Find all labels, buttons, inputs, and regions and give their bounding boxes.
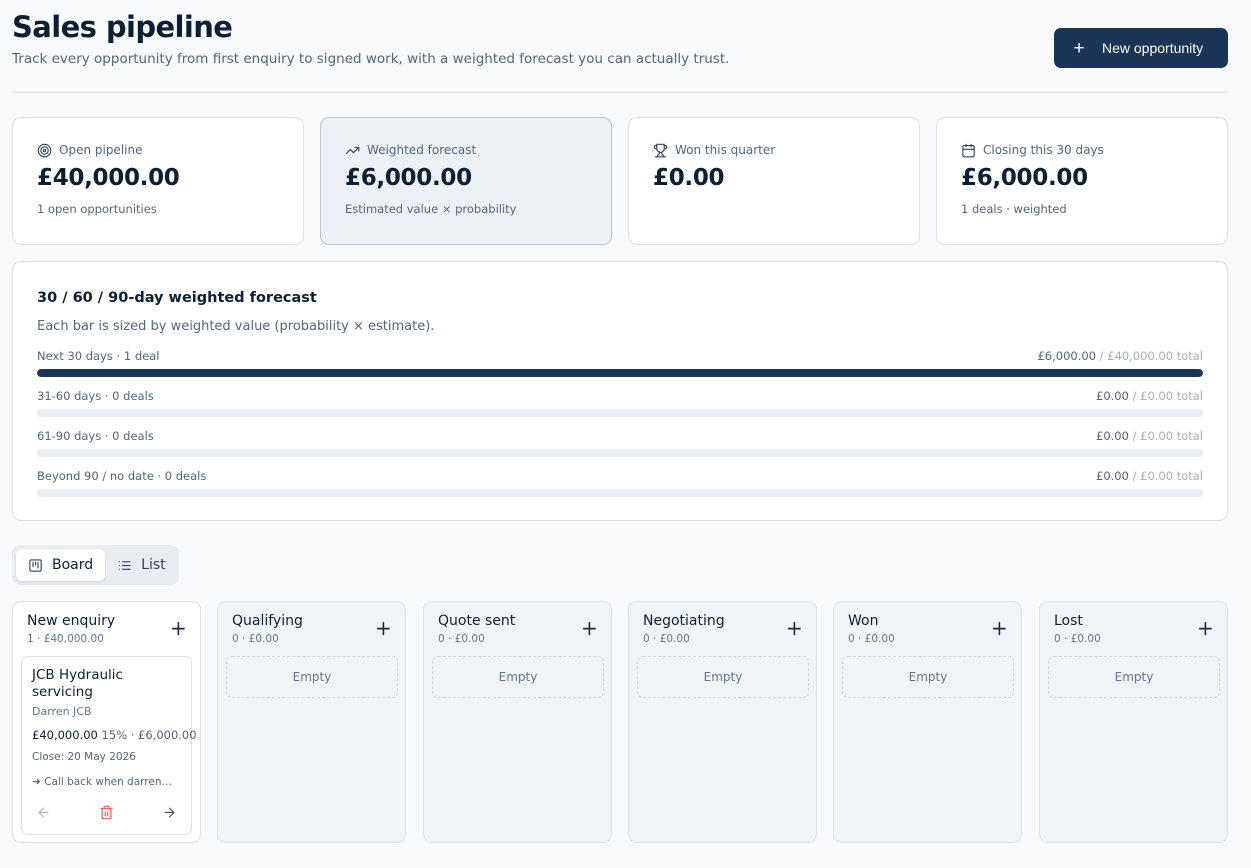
stat-note: 1 deals · weighted <box>961 202 1067 216</box>
column-title: Quote sent <box>438 613 516 629</box>
add-to-column-button[interactable]: + <box>170 618 187 638</box>
stat-value: £6,000.00 <box>961 165 1088 191</box>
column-title: Lost <box>1054 613 1083 629</box>
forecast-bar-fill <box>37 369 1203 377</box>
view-toggle: Board List <box>12 545 179 585</box>
column-title: Qualifying <box>232 613 303 629</box>
forecast-row-total: / £0.00 total <box>1128 469 1203 483</box>
board-column-negotiating: Negotiating 0 · £0.00 + Empty <box>628 601 817 843</box>
plus-icon: + <box>1073 37 1085 59</box>
column-meta: 1 · £40,000.00 <box>27 633 104 645</box>
empty-column-placeholder: Empty <box>226 656 398 698</box>
forecast-row-amount: £6,000.00 <box>1037 349 1097 363</box>
stat-card-closing-30-days[interactable]: Closing this 30 days £6,000.00 1 deals ·… <box>936 117 1228 245</box>
column-title: Won <box>848 613 879 629</box>
list-view-button[interactable]: List <box>105 549 177 581</box>
stat-label: Won this quarter <box>675 143 776 157</box>
page-header: Sales pipeline Track every opportunity f… <box>12 10 1228 92</box>
column-meta: 0 · £0.00 <box>232 633 279 645</box>
card-contact: Darren JCB <box>32 705 92 718</box>
add-to-column-button[interactable]: + <box>375 618 392 638</box>
forecast-row-amount: £0.00 <box>1096 429 1129 443</box>
arrow-right-icon[interactable] <box>162 805 177 820</box>
board-view-button[interactable]: Board <box>16 549 106 581</box>
empty-column-placeholder: Empty <box>1048 656 1220 698</box>
page-title: Sales pipeline <box>12 10 233 44</box>
add-to-column-button[interactable]: + <box>991 618 1008 638</box>
forecast-row-total: / £0.00 total <box>1128 429 1203 443</box>
card-title: JCB Hydraulic servicing <box>32 667 123 700</box>
stat-label: Open pipeline <box>59 143 143 157</box>
card-value: £40,000.00 <box>32 728 98 742</box>
forecast-row-amount: £0.00 <box>1096 389 1129 403</box>
add-to-column-button[interactable]: + <box>786 618 803 638</box>
empty-column-placeholder: Empty <box>432 656 604 698</box>
board-view-label: Board <box>52 557 94 573</box>
stat-value: £0.00 <box>653 165 725 191</box>
target-icon <box>37 143 52 157</box>
stat-value: £6,000.00 <box>345 165 472 191</box>
board-column-quote-sent: Quote sent 0 · £0.00 + Empty <box>423 601 612 843</box>
header-divider <box>12 92 1228 93</box>
opportunity-card[interactable]: JCB Hydraulic servicing Darren JCB £40,0… <box>21 656 197 835</box>
card-next-action: ➜ Call back when darren… <box>32 776 172 788</box>
forecast-row-total: / £40,000.00 total <box>1096 349 1203 363</box>
empty-column-placeholder: Empty <box>637 656 809 698</box>
page-subtitle: Track every opportunity from first enqui… <box>12 51 730 67</box>
forecast-row-label: Beyond 90 / no date · 0 deals <box>37 469 207 483</box>
forecast-row-60: 31-60 days · 0 deals £0.00 / £0.00 total <box>37 389 1203 417</box>
stat-card-open-pipeline[interactable]: Open pipeline £40,000.00 1 open opportun… <box>12 117 304 245</box>
column-title: New enquiry <box>27 613 116 629</box>
board-column-lost: Lost 0 · £0.00 + Empty <box>1039 601 1228 843</box>
trophy-icon <box>653 143 668 157</box>
list-view-label: List <box>141 557 166 573</box>
stat-note: Estimated value × probability <box>345 202 517 216</box>
forecast-bar-track <box>37 409 1203 417</box>
arrow-left-icon[interactable] <box>36 805 51 820</box>
column-meta: 0 · £0.00 <box>848 633 895 645</box>
forecast-row-total: / £0.00 total <box>1128 389 1203 403</box>
new-opportunity-button[interactable]: + New opportunity <box>1054 28 1228 68</box>
forecast-bar-track <box>37 369 1203 377</box>
board-column-new-enquiry: New enquiry 1 · £40,000.00 + JCB Hydraul… <box>12 601 201 843</box>
stat-label: Weighted forecast <box>367 143 477 157</box>
board-column-qualifying: Qualifying 0 · £0.00 + Empty <box>217 601 406 843</box>
forecast-row-label: 31-60 days · 0 deals <box>37 389 154 403</box>
column-meta: 0 · £0.00 <box>643 633 690 645</box>
forecast-bar-track <box>37 449 1203 457</box>
forecast-row-beyond: Beyond 90 / no date · 0 deals £0.00 / £0… <box>37 469 1203 497</box>
kanban-icon <box>29 558 42 572</box>
stat-note: 1 open opportunities <box>37 202 157 216</box>
stat-value: £40,000.00 <box>37 165 180 191</box>
forecast-panel: 30 / 60 / 90-day weighted forecast Each … <box>12 261 1228 521</box>
column-meta: 0 · £0.00 <box>438 633 485 645</box>
forecast-row-label: Next 30 days · 1 deal <box>37 349 160 363</box>
trending-up-icon <box>345 146 360 154</box>
stat-label: Closing this 30 days <box>983 143 1104 157</box>
trash-icon[interactable] <box>99 805 114 820</box>
forecast-row-90: 61-90 days · 0 deals £0.00 / £0.00 total <box>37 429 1203 457</box>
new-opportunity-label: New opportunity <box>1102 40 1204 56</box>
stat-card-won-this-quarter[interactable]: Won this quarter £0.00 <box>628 117 920 245</box>
add-to-column-button[interactable]: + <box>1197 618 1214 638</box>
column-meta: 0 · £0.00 <box>1054 633 1101 645</box>
forecast-row-30: Next 30 days · 1 deal £6,000.00 / £40,00… <box>37 349 1203 377</box>
forecast-row-label: 61-90 days · 0 deals <box>37 429 154 443</box>
empty-column-placeholder: Empty <box>842 656 1014 698</box>
column-title: Negotiating <box>643 613 725 629</box>
card-close-date: Close: 20 May 2026 <box>32 751 136 763</box>
calendar-icon <box>962 143 975 157</box>
stat-card-weighted-forecast[interactable]: Weighted forecast £6,000.00 Estimated va… <box>320 117 612 245</box>
card-probability: 15% · £6,000.00 <box>101 728 197 742</box>
forecast-subtitle: Each bar is sized by weighted value (pro… <box>37 319 435 334</box>
forecast-bar-track <box>37 489 1203 497</box>
forecast-row-amount: £0.00 <box>1096 469 1129 483</box>
board-column-won: Won 0 · £0.00 + Empty <box>833 601 1022 843</box>
list-icon <box>119 560 131 570</box>
forecast-title: 30 / 60 / 90-day weighted forecast <box>37 290 317 306</box>
add-to-column-button[interactable]: + <box>581 618 598 638</box>
